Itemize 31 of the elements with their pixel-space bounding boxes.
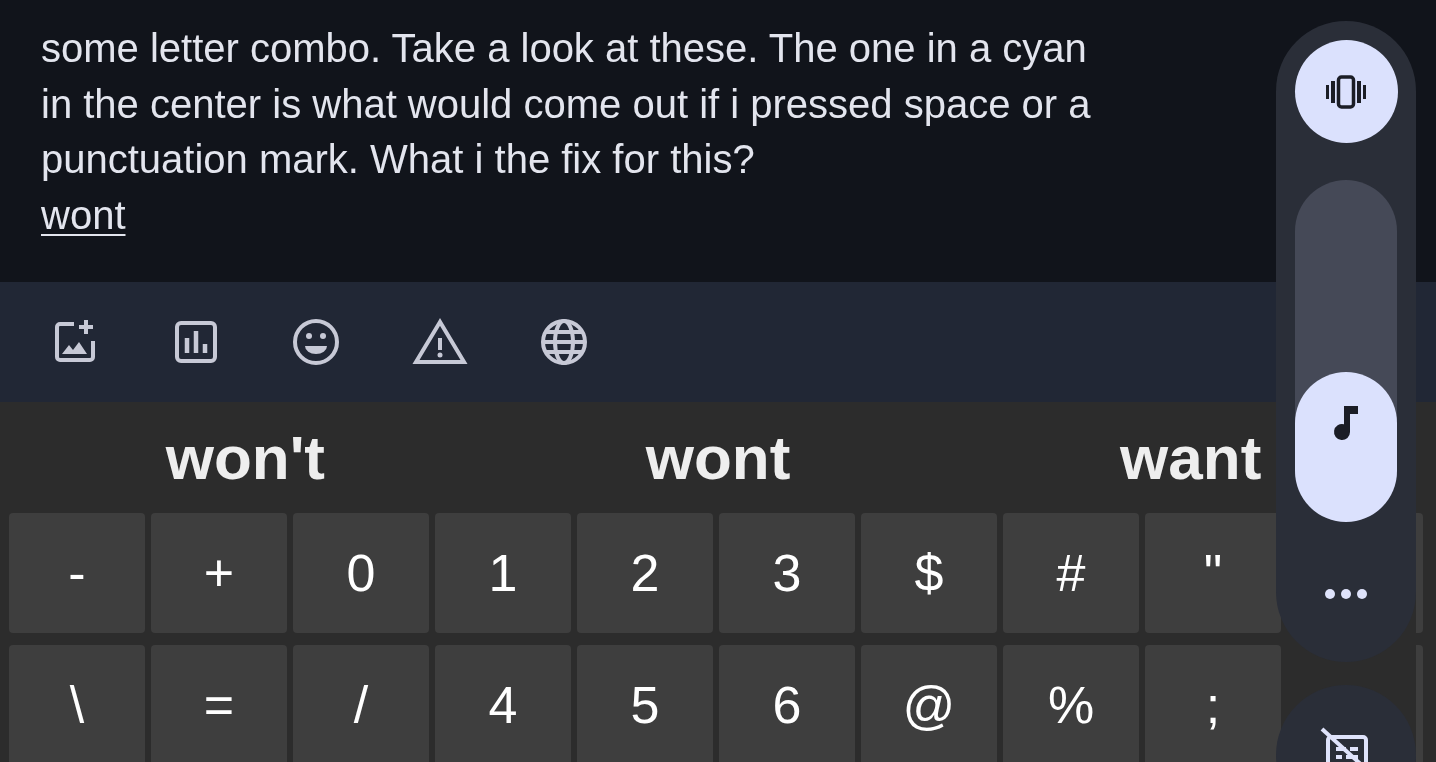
emoji-icon[interactable] xyxy=(292,318,340,366)
message-text: some letter combo. Take a look at these. The one in a cyan xyxy=(41,25,1087,72)
key[interactable]: 5 xyxy=(577,645,713,762)
suggestion[interactable]: wont xyxy=(481,422,955,493)
vibrate-icon xyxy=(1324,73,1368,110)
key[interactable]: 1 xyxy=(435,513,571,633)
key[interactable]: $ xyxy=(861,513,997,633)
key[interactable]: = xyxy=(151,645,287,762)
key[interactable]: 6 xyxy=(719,645,855,762)
suggestion[interactable]: want xyxy=(954,422,1427,493)
key[interactable]: " xyxy=(1145,513,1281,633)
message-text: in the center is what would come out if i pressed space or a xyxy=(41,80,1091,128)
globe-icon[interactable] xyxy=(540,318,588,366)
composing-word: wont xyxy=(41,192,126,237)
key[interactable]: 0 xyxy=(293,513,429,633)
warning-icon[interactable] xyxy=(412,318,468,366)
key[interactable]: @ xyxy=(861,645,997,762)
more-icon[interactable] xyxy=(1324,588,1368,600)
key[interactable]: - xyxy=(9,513,145,633)
message-text: punctuation mark. What i the fix for this? xyxy=(41,136,755,183)
suggestion[interactable]: won't xyxy=(9,422,482,493)
key[interactable]: 4 xyxy=(435,645,571,762)
key[interactable]: # xyxy=(1003,513,1139,633)
bar-chart-icon[interactable] xyxy=(172,318,220,366)
key[interactable]: / xyxy=(293,645,429,762)
key[interactable]: 3 xyxy=(719,513,855,633)
key[interactable]: ; xyxy=(1145,645,1281,762)
key[interactable]: + xyxy=(151,513,287,633)
key[interactable]: 2 xyxy=(577,513,713,633)
key[interactable]: \ xyxy=(9,645,145,762)
key[interactable]: % xyxy=(1003,645,1139,762)
